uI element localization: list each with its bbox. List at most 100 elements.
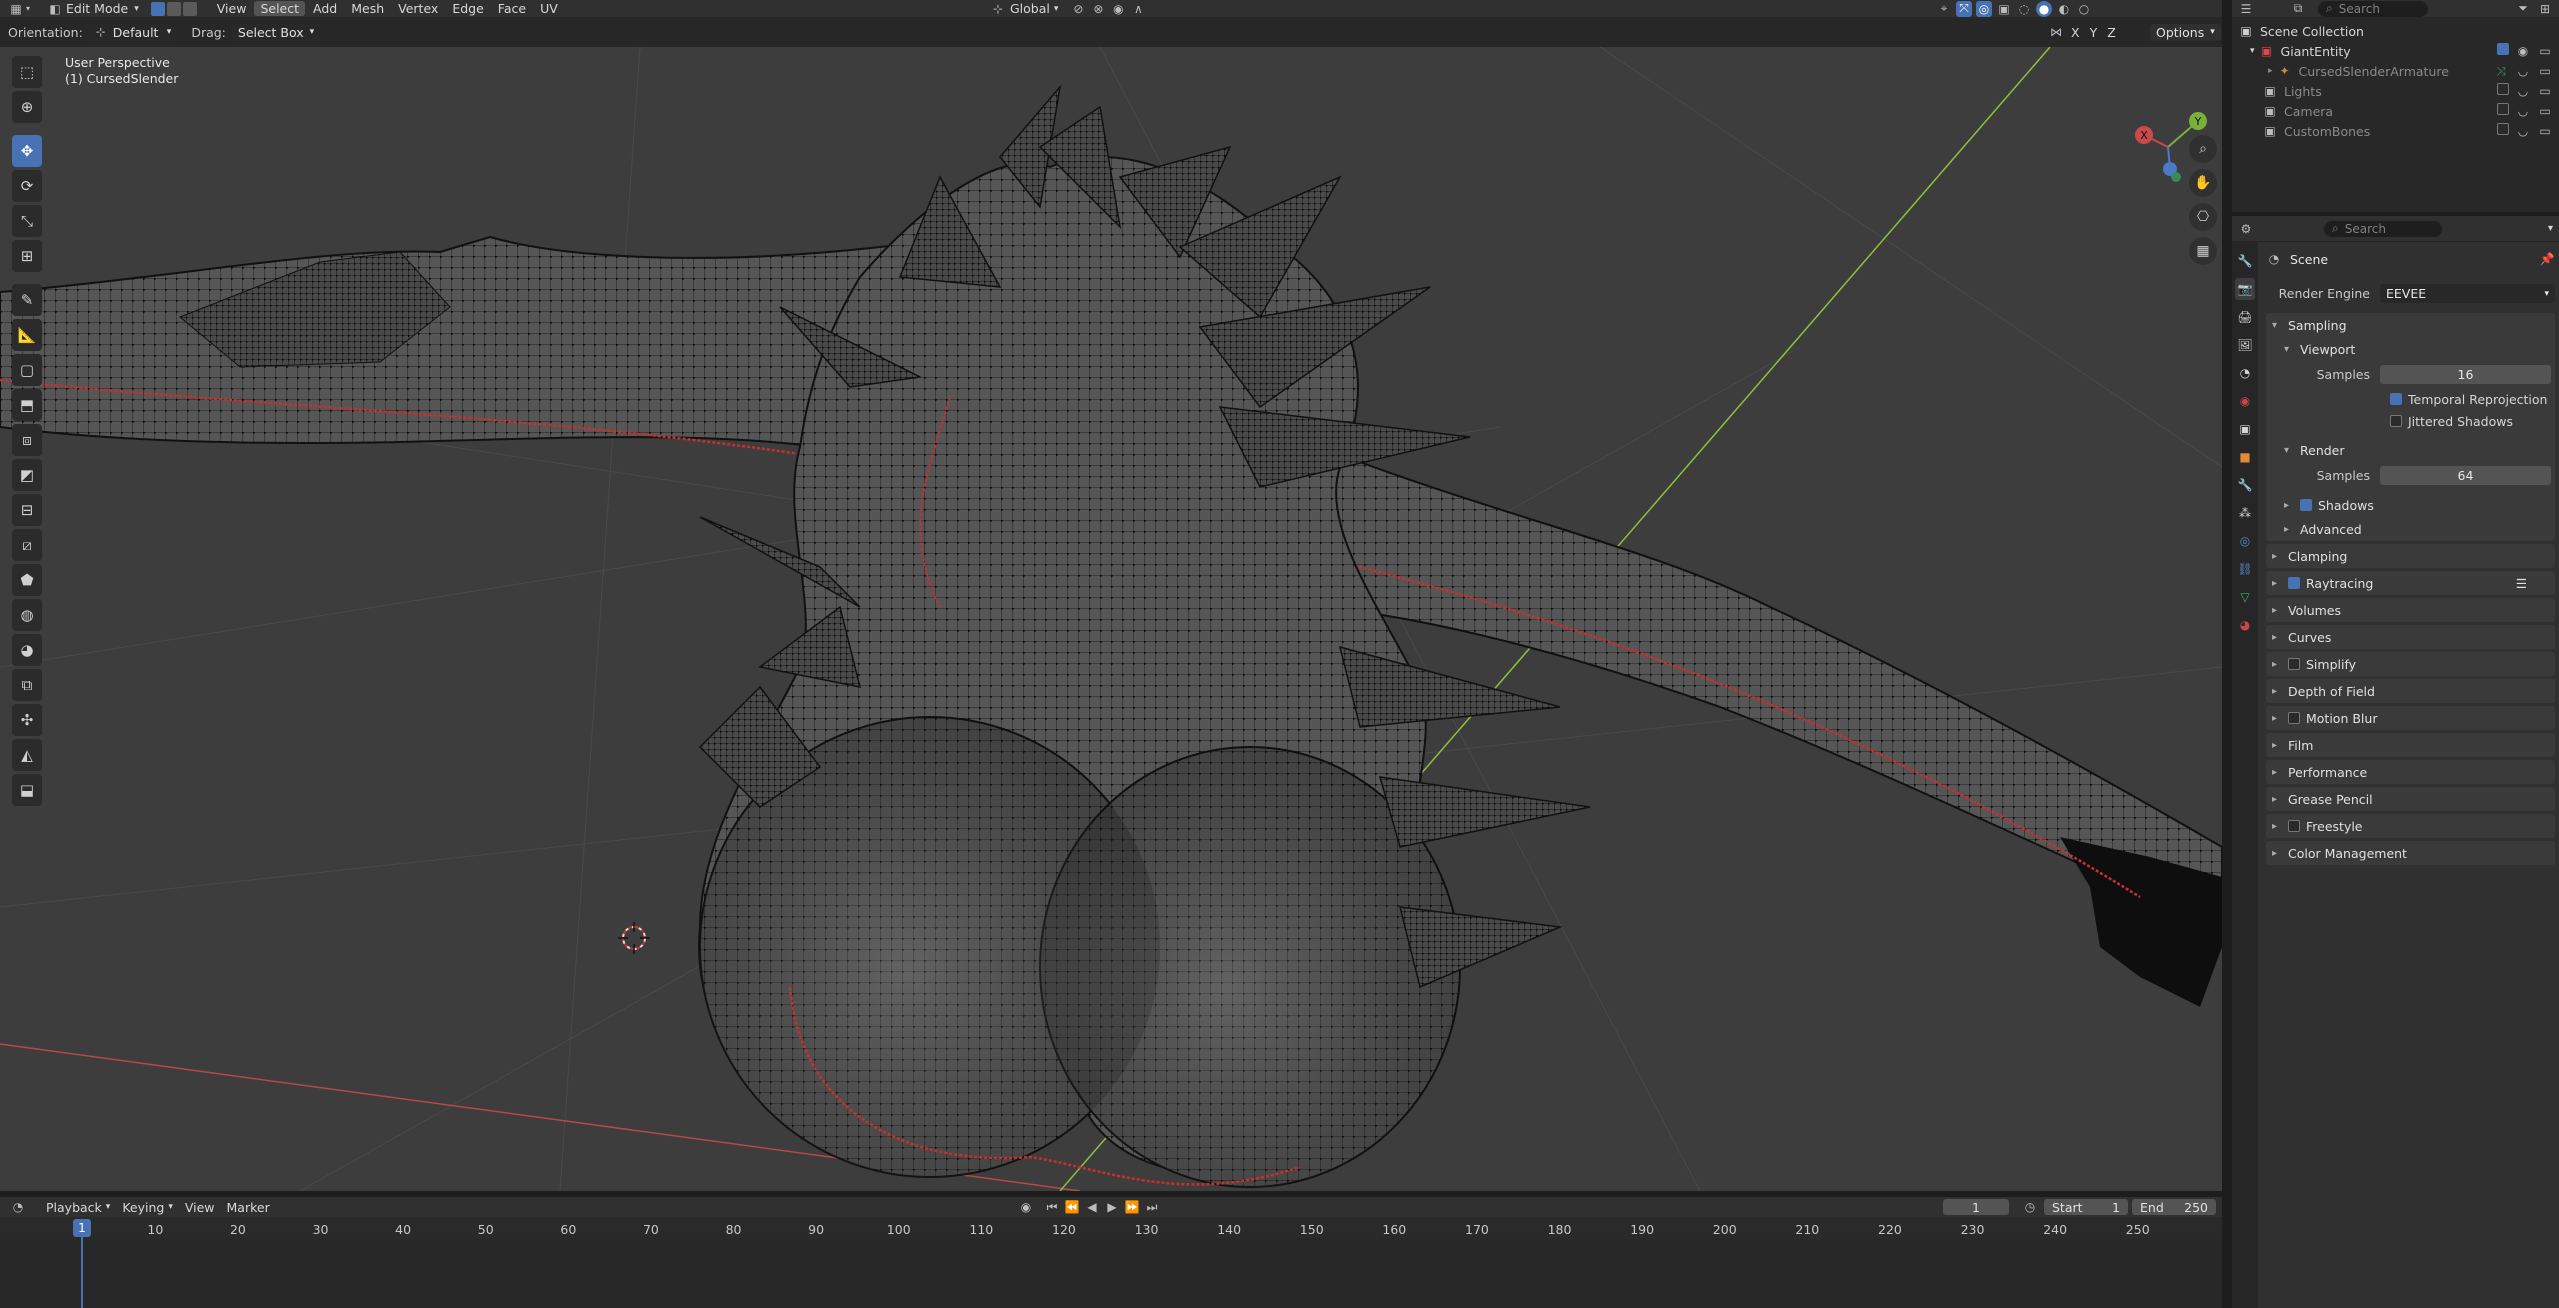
drag-dropdown[interactable]: Select Box ▾ [231,23,321,41]
properties-search[interactable]: ⌕ Search [2324,220,2442,237]
menu-uv[interactable]: UV [534,1,564,16]
modifier-tab-icon[interactable]: 🔧 [2235,474,2255,496]
mirror-z-button[interactable]: Z [2104,25,2119,40]
view-layer-tab-icon[interactable]: 🖼 [2235,334,2255,356]
timeline-type-icon[interactable]: ◔ [10,1199,26,1215]
mirror-x-button[interactable]: X [2068,25,2083,40]
physics-tab-icon[interactable]: ◎ [2235,530,2255,552]
constraints-tab-icon[interactable]: ⛓ [2235,558,2255,580]
outliner-row[interactable]: ▣ Lights ◡ ▭ [2232,81,2559,101]
wireframe-shading-icon[interactable]: ◌ [2016,1,2032,17]
mesh-scene[interactable] [0,47,2222,1191]
rotate-icon[interactable]: ⟳ [12,170,42,202]
include-checkbox[interactable] [2497,123,2509,135]
timeline-area[interactable] [0,1239,2222,1308]
move-icon[interactable]: ✥ [12,135,42,167]
include-checkbox[interactable] [2497,83,2509,95]
include-checkbox[interactable] [2497,103,2509,115]
raytracing-checkbox[interactable] [2288,577,2300,589]
collection-tab-icon[interactable]: ▣ [2235,418,2255,440]
falloff-icon[interactable]: ∧ [1130,1,1146,17]
menu-add[interactable]: Add [307,1,343,16]
face-select-icon[interactable] [182,1,197,16]
edge-slide-icon[interactable]: ⧉ [12,669,42,701]
outliner-row[interactable]: ▣ Camera ◡ ▭ [2232,101,2559,121]
select-box-icon[interactable]: ⬚ [12,56,42,88]
motion-blur-checkbox[interactable] [2288,712,2300,724]
editor-type-icon[interactable]: ▦ [8,1,24,17]
pivot-icon[interactable]: ⊘ [1070,1,1086,17]
eye-icon[interactable]: ◡ [2515,123,2531,139]
play-reverse-icon[interactable]: ◀ [1084,1199,1100,1215]
menu-playback[interactable]: Playback ▾ [40,1200,116,1215]
eye-icon[interactable]: ◡ [2515,103,2531,119]
bevel-icon[interactable]: ◩ [12,459,42,491]
panel-curves[interactable]: ▸ Curves [2266,625,2555,649]
options-dropdown[interactable]: Options ▾ [2150,23,2221,41]
menu-vertex[interactable]: Vertex [392,1,444,16]
panel-grease-pencil[interactable]: ▸ Grease Pencil [2266,787,2555,811]
include-checkbox[interactable] [2497,43,2509,55]
overlay-icon[interactable]: ◎ [1976,0,1992,17]
camera-icon[interactable]: ▭ [2537,83,2553,99]
transform-orientation[interactable]: ⊹ Global ▾ ⊘ ⊗ ◉ ∧ [990,1,1146,17]
mirror-icon[interactable]: ⋈ [2048,24,2064,40]
subpanel-header[interactable]: ▾ Render [2278,438,2555,462]
menu-mesh[interactable]: Mesh [345,1,390,16]
end-frame-field[interactable]: End 250 [2132,1199,2216,1215]
scale-icon[interactable]: ⤡ [12,205,42,237]
panel-depth-of-field[interactable]: ▸ Depth of Field [2266,679,2555,703]
inset-icon[interactable]: ⧈ [12,424,42,456]
temporal-reprojection-row[interactable]: Temporal Reprojection [2266,388,2555,410]
panel-raytracing[interactable]: ▸ Raytracing ☰ [2266,571,2555,595]
material-tab-icon[interactable]: ◕ [2235,614,2255,636]
cursor-icon[interactable]: ⊕ [12,91,42,123]
shadows-checkbox[interactable] [2300,499,2312,511]
camera-icon[interactable]: ▭ [2537,103,2553,119]
jittered-shadows-checkbox[interactable] [2390,415,2402,427]
camera-icon[interactable]: ▭ [2537,43,2553,59]
menu-face[interactable]: Face [492,1,532,16]
outliner-row[interactable]: ▣ CustomBones ◡ ▭ [2232,121,2559,141]
subpanel-header[interactable]: ▾ Viewport [2278,337,2555,361]
render-engine-dropdown[interactable]: EEVEE ▾ [2380,284,2555,303]
shrink-icon[interactable]: ✣ [12,704,42,736]
panel-motion-blur[interactable]: ▸ Motion Blur [2266,706,2555,730]
chevron-down-icon[interactable]: ▾ [2548,223,2553,234]
knife-icon[interactable]: ⧄ [12,529,42,561]
new-collection-icon[interactable]: ⊞ [2537,1,2553,17]
pin-icon[interactable]: 📌 [2539,251,2555,267]
eye-icon[interactable]: ◡ [2515,83,2531,99]
output-tab-icon[interactable]: 🖨 [2235,306,2255,328]
zoom-icon[interactable]: ⌕ [2189,135,2217,163]
edge-select-icon[interactable] [166,1,181,16]
add-cube-icon[interactable]: ▢ [12,354,42,386]
proportional-edit-icon[interactable]: ◉ [1110,1,1126,17]
smooth-icon[interactable]: ◕ [12,634,42,666]
auto-key-icon[interactable]: ◉ [1018,1199,1034,1215]
filter-icon[interactable]: ⏷ [2515,1,2531,17]
extrude-icon[interactable]: ⬒ [12,389,42,421]
render-tab-icon[interactable]: 📷 [2235,278,2255,300]
outliner-search[interactable]: ⌕ Search [2318,0,2428,17]
start-frame-field[interactable]: Start 1 [2044,1199,2128,1215]
solid-shading-icon[interactable]: ● [2036,0,2052,17]
properties-type-icon[interactable]: ⚙ [2238,221,2254,237]
current-frame-field[interactable]: 1 [1943,1199,2009,1215]
jittered-shadows-row[interactable]: Jittered Shadows [2266,410,2555,432]
rendered-shading-icon[interactable]: ○ [2076,1,2092,17]
menu-view[interactable]: View [179,1200,221,1215]
mirror-y-button[interactable]: Y [2087,25,2101,40]
camera-view-icon[interactable]: ⎔ [2189,203,2217,231]
world-tab-icon[interactable]: ◉ [2235,390,2255,412]
shear-icon[interactable]: ◭ [12,739,42,771]
rip-icon[interactable]: ⬓ [12,774,42,806]
playhead[interactable]: 1 [73,1219,91,1237]
menu-keying[interactable]: Keying ▾ [116,1200,179,1215]
menu-view[interactable]: View [211,1,253,16]
clock-icon[interactable]: ◷ [2022,1199,2038,1215]
panel-freestyle[interactable]: ▸ Freestyle [2266,814,2555,838]
freestyle-checkbox[interactable] [2288,820,2300,832]
panel-volumes[interactable]: ▸ Volumes [2266,598,2555,622]
simplify-checkbox[interactable] [2288,658,2300,670]
